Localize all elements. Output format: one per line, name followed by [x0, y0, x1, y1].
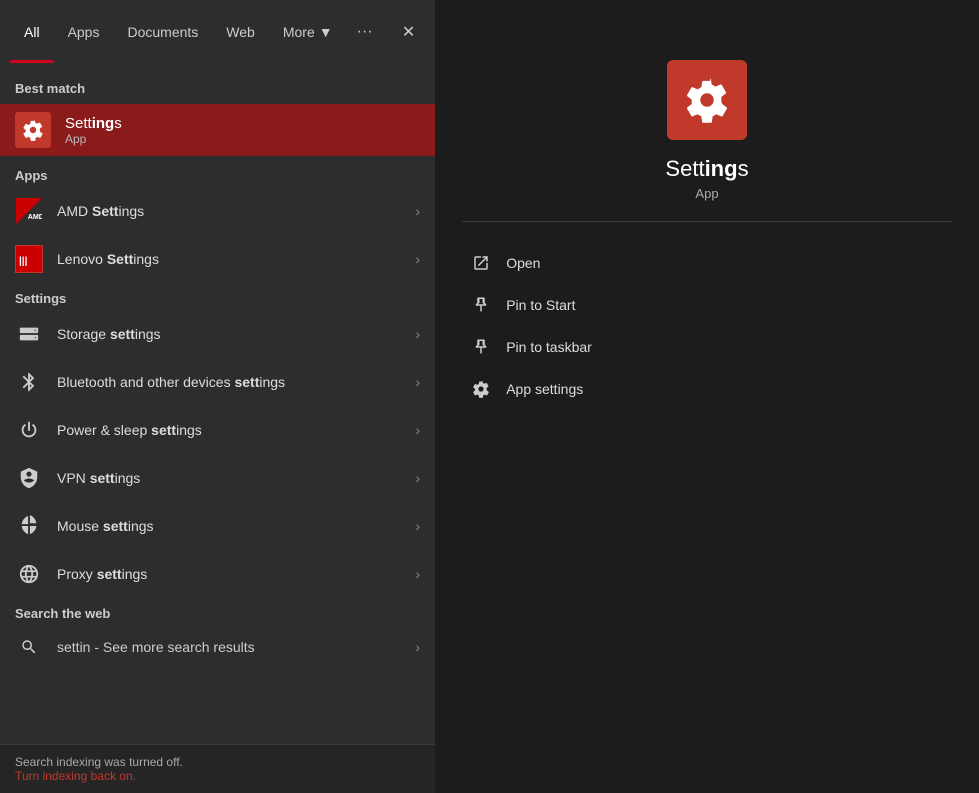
- pin-taskbar-label: Pin to taskbar: [506, 339, 592, 355]
- tab-all-label: All: [24, 24, 40, 40]
- status-bar: Search indexing was turned off. Turn ind…: [0, 744, 435, 793]
- chevron-right-icon: ›: [415, 203, 420, 219]
- chevron-right-icon: ›: [415, 326, 420, 342]
- chevron-right-icon: ›: [415, 470, 420, 486]
- proxy-icon: [15, 560, 43, 588]
- app-icon-large: [667, 60, 747, 140]
- right-panel: Settings App Open Pin to: [435, 0, 979, 793]
- pin-start-action[interactable]: Pin to Start: [462, 284, 952, 326]
- app-settings-icon: [470, 378, 492, 400]
- svg-text:|||: |||: [19, 256, 28, 267]
- pin-taskbar-action[interactable]: Pin to taskbar: [462, 326, 952, 368]
- amd-icon: AMD: [15, 197, 43, 225]
- proxy-settings-item[interactable]: Proxy settings ›: [0, 550, 435, 598]
- mouse-settings-label: Mouse settings: [57, 518, 401, 534]
- amd-settings-label: AMD Settings: [57, 203, 401, 219]
- mouse-settings-item[interactable]: Mouse settings ›: [0, 502, 435, 550]
- tab-web[interactable]: Web: [212, 0, 269, 63]
- best-match-subtitle: App: [65, 132, 122, 146]
- close-icon: ✕: [402, 22, 415, 42]
- chevron-right-icon: ›: [415, 422, 420, 438]
- search-web-item[interactable]: settin - See more search results ›: [0, 625, 435, 669]
- search-web-label: settin - See more search results: [57, 639, 401, 655]
- app-settings-label: App settings: [506, 381, 583, 397]
- storage-settings-label: Storage settings: [57, 326, 401, 342]
- power-settings-item[interactable]: Power & sleep settings ›: [0, 406, 435, 454]
- tab-controls: ··· ✕: [347, 14, 427, 50]
- tabs-bar: All Apps Documents Web More ▼ ··· ✕: [0, 0, 435, 63]
- ellipsis-icon: ···: [357, 23, 373, 41]
- app-name-large: Settings: [665, 156, 748, 182]
- storage-settings-item[interactable]: Storage settings ›: [0, 310, 435, 358]
- vpn-settings-label: VPN settings: [57, 470, 401, 486]
- indexing-link[interactable]: Turn indexing back on.: [15, 769, 136, 783]
- chevron-right-icon: ›: [415, 251, 420, 267]
- search-icon: [15, 633, 43, 661]
- pin-taskbar-icon: [470, 336, 492, 358]
- tab-more[interactable]: More ▼: [269, 0, 347, 63]
- action-list: Open Pin to Start Pin to taskbar: [462, 242, 952, 410]
- proxy-settings-label: Proxy settings: [57, 566, 401, 582]
- lenovo-settings-label: Lenovo Settings: [57, 251, 401, 267]
- app-settings-action[interactable]: App settings: [462, 368, 952, 410]
- bluetooth-settings-label: Bluetooth and other devices settings: [57, 374, 401, 390]
- app-type-label: App: [695, 186, 718, 201]
- tab-documents-label: Documents: [127, 24, 198, 40]
- pin-start-label: Pin to Start: [506, 297, 575, 313]
- amd-settings-item[interactable]: AMD AMD Settings ›: [0, 187, 435, 235]
- lenovo-icon: |||: [15, 245, 43, 273]
- chevron-right-icon: ›: [415, 566, 420, 582]
- settings-section-header: Settings: [0, 283, 435, 310]
- pin-start-icon: [470, 294, 492, 316]
- lenovo-settings-item[interactable]: ||| Lenovo Settings ›: [0, 235, 435, 283]
- ellipsis-button[interactable]: ···: [347, 14, 383, 50]
- svg-text:AMD: AMD: [28, 213, 42, 221]
- close-button[interactable]: ✕: [391, 14, 427, 50]
- best-match-title: Settings: [65, 115, 122, 132]
- best-match-settings[interactable]: Settings App: [0, 104, 435, 156]
- chevron-right-icon: ›: [415, 374, 420, 390]
- left-panel: All Apps Documents Web More ▼ ··· ✕: [0, 0, 435, 793]
- bluetooth-settings-item[interactable]: Bluetooth and other devices settings ›: [0, 358, 435, 406]
- divider: [462, 221, 952, 222]
- bluetooth-icon: [15, 368, 43, 396]
- mouse-icon: [15, 512, 43, 540]
- tab-web-label: Web: [226, 24, 255, 40]
- vpn-settings-item[interactable]: VPN settings ›: [0, 454, 435, 502]
- tab-more-label: More: [283, 24, 315, 40]
- left-content: Best match Settings App Apps: [0, 63, 435, 744]
- open-icon: [470, 252, 492, 274]
- power-settings-label: Power & sleep settings: [57, 422, 401, 438]
- storage-icon: [15, 320, 43, 348]
- power-icon: [15, 416, 43, 444]
- tab-documents[interactable]: Documents: [113, 0, 212, 63]
- tab-apps[interactable]: Apps: [54, 0, 114, 63]
- open-label: Open: [506, 255, 540, 271]
- tab-all[interactable]: All: [10, 0, 54, 63]
- open-action[interactable]: Open: [462, 242, 952, 284]
- apps-section-header: Apps: [0, 160, 435, 187]
- vpn-icon: [15, 464, 43, 492]
- settings-icon: [15, 112, 51, 148]
- chevron-right-icon: ›: [415, 639, 420, 655]
- chevron-right-icon: ›: [415, 518, 420, 534]
- status-message: Search indexing was turned off.: [15, 755, 183, 769]
- best-match-text: Settings App: [65, 115, 122, 146]
- best-match-header: Best match: [0, 73, 435, 100]
- tab-apps-label: Apps: [68, 24, 100, 40]
- search-web-header: Search the web: [0, 598, 435, 625]
- chevron-down-icon: ▼: [319, 24, 333, 40]
